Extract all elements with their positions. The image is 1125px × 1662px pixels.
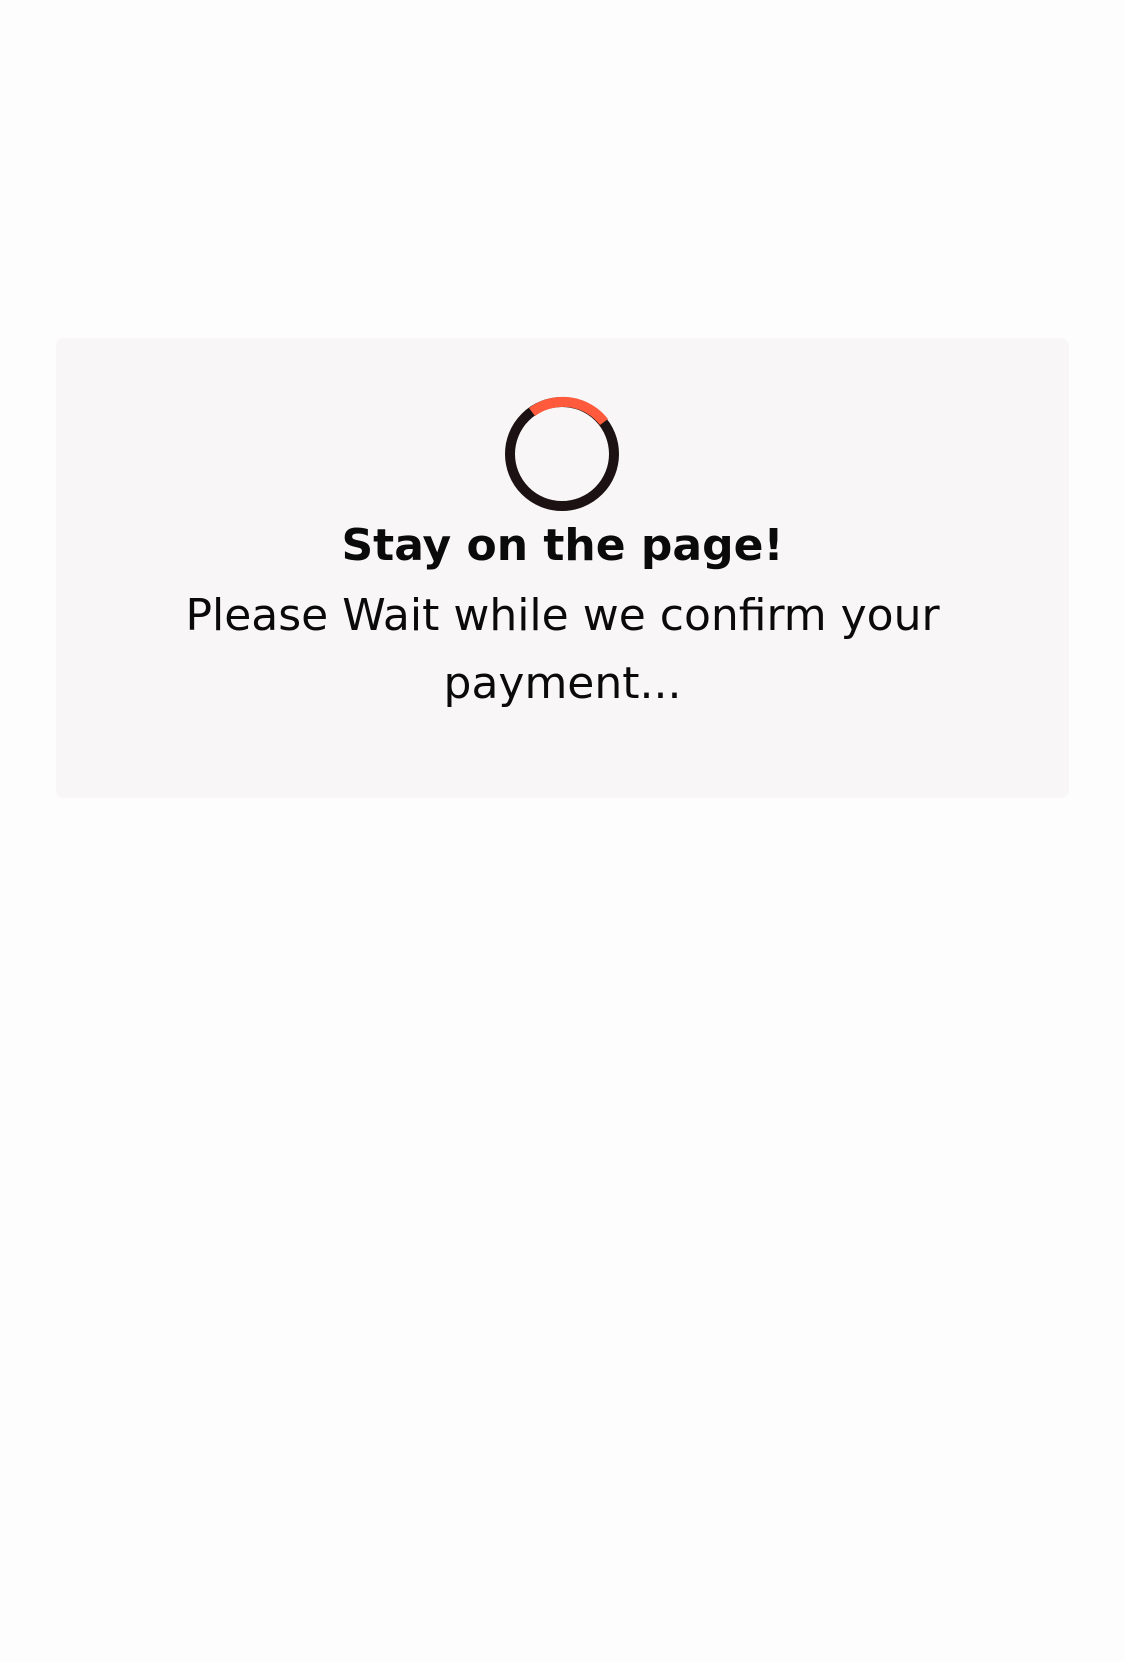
loading-spinner-icon [502,394,622,514]
page-title: Stay on the page! [341,520,784,571]
payment-status-message: Please Wait while we confirm your paymen… [185,590,940,709]
payment-loading-card: Stay on the page! Please Wait while we c… [56,338,1069,798]
